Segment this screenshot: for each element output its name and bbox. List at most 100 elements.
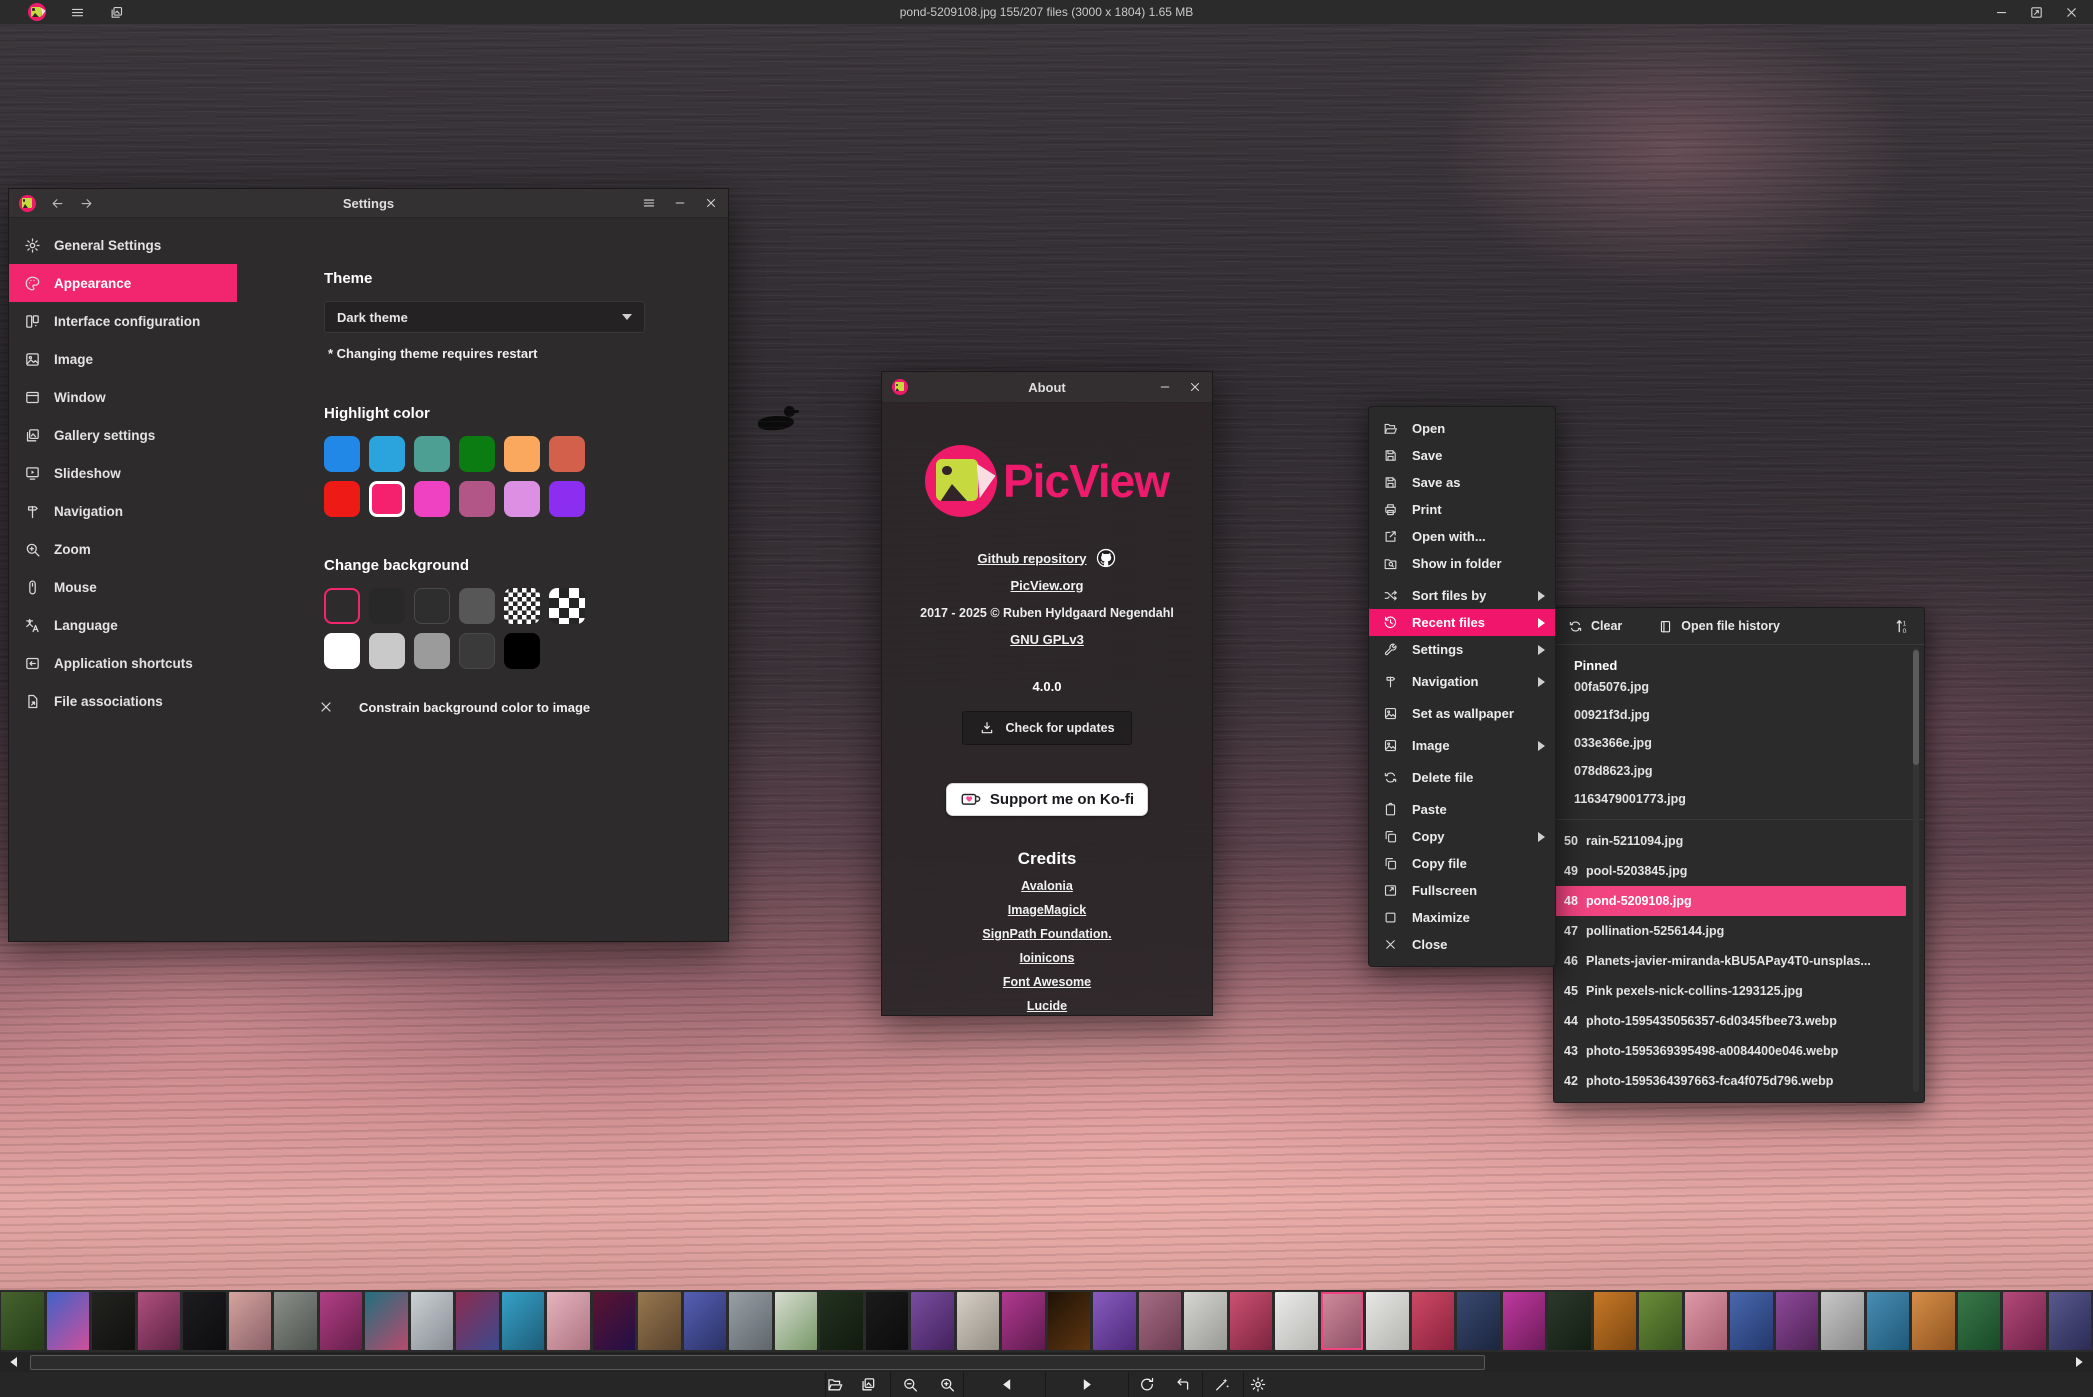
zoom-in-icon[interactable] [935,1376,959,1393]
recent-file-item[interactable]: 45Pink pexels-nick-collins-1293125.jpg [1554,976,1906,1006]
context-menu-item-recent-files[interactable]: Recent files [1369,609,1555,636]
background-swatch[interactable] [504,633,540,669]
credit-link[interactable]: Font Awesome [982,975,1111,989]
pinned-file-item[interactable]: 00921f3d.jpg [1554,701,1924,729]
gallery-thumbnail[interactable] [775,1292,818,1350]
credit-link[interactable]: Avalonia [982,879,1111,893]
gallery-thumbnail[interactable] [47,1292,90,1350]
settings-close-button[interactable] [704,196,718,210]
sidebar-item-window[interactable]: Window [9,378,237,416]
pinned-file-item[interactable]: 078d8623.jpg [1554,757,1924,785]
context-menu-item-copy[interactable]: Copy [1369,823,1555,850]
sidebar-item-interface-configuration[interactable]: Interface configuration [9,302,237,340]
pinned-file-item[interactable]: 00fa5076.jpg [1554,673,1924,701]
sidebar-item-zoom[interactable]: Zoom [9,530,237,568]
highlight-color-swatch[interactable] [369,481,405,517]
gallery-icon[interactable] [856,1376,880,1393]
recent-file-item[interactable]: 42photo-1595364397663-fca4f075d796.webp [1554,1066,1906,1096]
background-swatch[interactable] [324,633,360,669]
highlight-color-swatch[interactable] [324,436,360,472]
recent-file-item[interactable]: 48pond-5209108.jpg [1554,886,1906,916]
context-menu-item-paste[interactable]: Paste [1369,796,1555,823]
gallery-thumbnail[interactable] [684,1292,727,1350]
sidebar-item-general-settings[interactable]: General Settings [9,226,237,264]
gallery-thumbnail[interactable] [1275,1292,1318,1350]
recent-file-item[interactable]: 44photo-1595435056357-6d0345fbee73.webp [1554,1006,1906,1036]
gallery-thumbnail[interactable] [365,1292,408,1350]
gallery-thumbnail[interactable] [92,1292,135,1350]
gallery-thumbnail[interactable] [1412,1292,1455,1350]
settings-menu-icon[interactable] [642,196,656,210]
github-icon[interactable] [1095,547,1117,569]
sidebar-item-application-shortcuts[interactable]: Application shortcuts [9,644,237,682]
context-menu-item-navigation[interactable]: Navigation [1369,668,1555,695]
about-minimize-button[interactable] [1158,380,1172,394]
context-menu-item-save-as[interactable]: Save as [1369,469,1555,496]
credit-link[interactable]: Ioinicons [982,951,1111,965]
settings-minimize-button[interactable] [673,196,687,210]
context-menu-item-delete-file[interactable]: Delete file [1369,764,1555,791]
about-titlebar[interactable]: About [882,372,1212,403]
next-icon[interactable] [1075,1376,1099,1393]
credit-link[interactable]: ImageMagick [982,903,1111,917]
gallery-thumbnail[interactable] [957,1292,1000,1350]
gallery-thumbnail[interactable] [1867,1292,1910,1350]
gallery-thumbnail[interactable] [229,1292,272,1350]
gallery-scrollbar-thumb[interactable] [30,1355,1485,1370]
back-arrow-icon[interactable] [50,196,65,211]
gear-icon[interactable] [1246,1376,1270,1393]
context-menu-item-show-in-folder[interactable]: Show in folder [1369,550,1555,577]
gallery-thumbnail[interactable] [1184,1292,1227,1350]
gallery-thumbnail[interactable] [183,1292,226,1350]
sidebar-item-navigation[interactable]: Navigation [9,492,237,530]
clear-history-button[interactable]: Clear [1568,619,1622,634]
constrain-background-checkbox[interactable]: Constrain background color to image [318,699,728,715]
folder-open-icon[interactable] [823,1376,847,1393]
gallery-thumbnail[interactable] [138,1292,181,1350]
sidebar-item-image[interactable]: Image [9,340,237,378]
gallery-thumbnail[interactable] [1230,1292,1273,1350]
credit-link[interactable]: Lucide [982,999,1111,1013]
gallery-thumbnail[interactable] [411,1292,454,1350]
zoom-out-icon[interactable] [898,1376,922,1393]
pinned-file-item[interactable]: 033e366e.jpg [1554,729,1924,757]
context-menu-item-open[interactable]: Open [1369,415,1555,442]
gallery-thumbnail[interactable] [1776,1292,1819,1350]
gallery-scroll-right-button[interactable] [2071,1354,2087,1370]
highlight-color-swatch[interactable] [459,436,495,472]
context-menu-item-copy-file[interactable]: Copy file [1369,850,1555,877]
gallery-thumbnail[interactable] [1,1292,44,1350]
wand-icon[interactable] [1210,1376,1234,1393]
background-swatch[interactable] [369,633,405,669]
gallery-thumbnail[interactable] [1139,1292,1182,1350]
sidebar-item-gallery-settings[interactable]: Gallery settings [9,416,237,454]
sidebar-item-language[interactable]: Language [9,606,237,644]
context-menu-item-open-with-[interactable]: Open with... [1369,523,1555,550]
highlight-color-swatch[interactable] [414,481,450,517]
license-link[interactable]: GNU GPLv3 [1010,632,1084,647]
flip-icon[interactable] [1171,1376,1195,1393]
minimize-button[interactable] [1994,5,2009,20]
recent-file-item[interactable]: 50rain-5211094.jpg [1554,826,1906,856]
picview-org-link[interactable]: PicView.org [1011,578,1084,593]
highlight-color-swatch[interactable] [414,436,450,472]
gallery-thumbnail[interactable] [1639,1292,1682,1350]
background-swatch[interactable] [369,588,405,624]
context-menu-item-set-as-wallpaper[interactable]: Set as wallpaper [1369,700,1555,727]
gallery-thumbnail[interactable] [2049,1292,2092,1350]
scrollbar-thumb[interactable] [1913,650,1919,765]
highlight-color-swatch[interactable] [459,481,495,517]
gallery-thumbnail[interactable] [1002,1292,1045,1350]
background-swatch[interactable] [324,588,360,624]
submenu-scrollbar[interactable] [1913,648,1919,1092]
highlight-color-swatch[interactable] [504,436,540,472]
gallery-thumbnail[interactable] [911,1292,954,1350]
highlight-color-swatch[interactable] [549,436,585,472]
context-menu-item-maximize[interactable]: Maximize [1369,904,1555,931]
highlight-color-swatch[interactable] [549,481,585,517]
gallery-thumbnail[interactable] [1457,1292,1500,1350]
sidebar-item-file-associations[interactable]: File associations [9,682,237,720]
recent-file-item[interactable]: 49pool-5203845.jpg [1554,856,1906,886]
gallery-thumbnail[interactable] [456,1292,499,1350]
gallery-thumbnail[interactable] [729,1292,772,1350]
